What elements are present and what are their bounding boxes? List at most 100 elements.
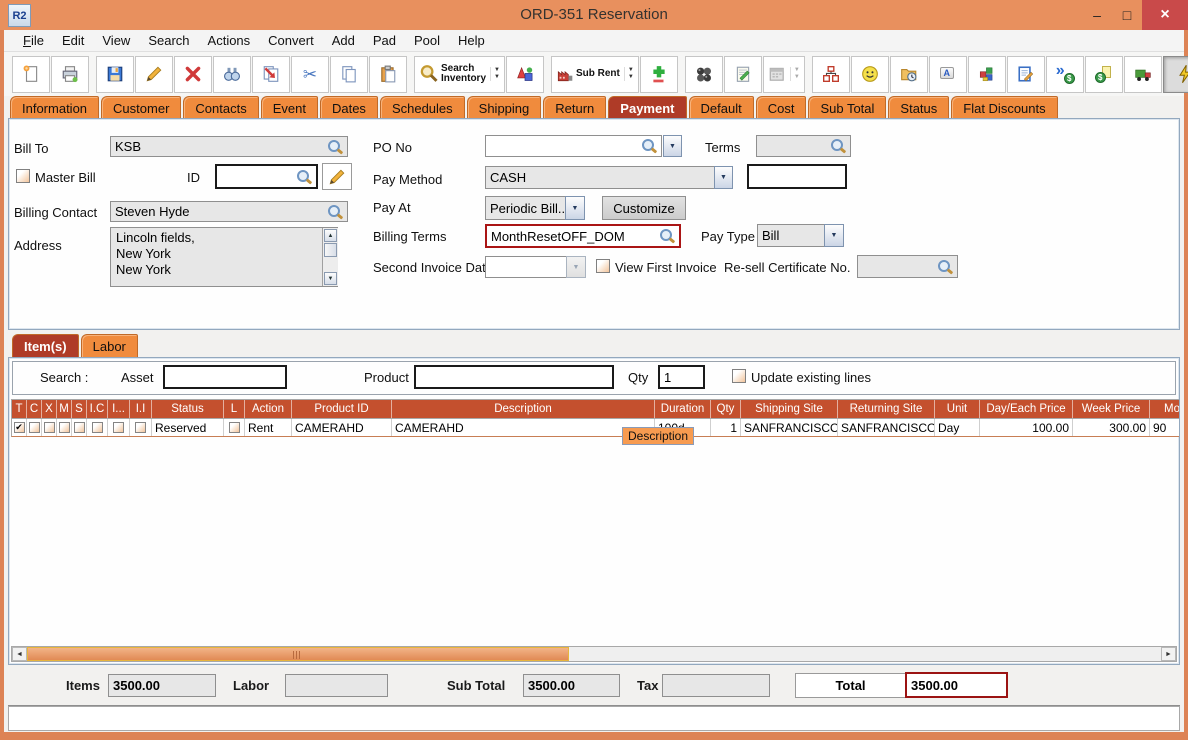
find-button[interactable] (213, 56, 251, 93)
print-button[interactable] (51, 56, 89, 93)
master-bill-checkbox[interactable] (16, 169, 30, 183)
scroll-right-button[interactable]: ► (1161, 647, 1176, 661)
tab-contacts[interactable]: Contacts (183, 96, 258, 119)
notes-button[interactable] (724, 56, 762, 93)
smiley-button[interactable] (851, 56, 889, 93)
tab-schedules[interactable]: Schedules (380, 96, 465, 119)
tab-status[interactable]: Status (888, 96, 949, 119)
checkbox-checked[interactable]: ✔ (14, 422, 25, 433)
scroll-thumb[interactable] (27, 647, 569, 661)
delete-button[interactable] (174, 56, 212, 93)
product-input[interactable] (414, 365, 614, 389)
search-inventory-button[interactable]: SearchInventory ▼▼ (414, 56, 505, 93)
minimize-button[interactable]: – (1082, 0, 1112, 30)
address-scrollbar[interactable]: ▲ ▼ (322, 228, 338, 286)
col-header[interactable]: Duration (655, 400, 711, 418)
hierarchy-button[interactable] (812, 56, 850, 93)
maximize-button[interactable]: □ (1112, 0, 1142, 30)
tab-flat-discounts[interactable]: Flat Discounts (951, 96, 1057, 119)
copy-order-button[interactable] (252, 56, 290, 93)
shapes-button[interactable] (506, 56, 544, 93)
edit-note-button[interactable] (1007, 56, 1045, 93)
scroll-up-button[interactable]: ▲ (324, 229, 337, 242)
col-header[interactable]: Qty (711, 400, 741, 418)
tab-default[interactable]: Default (689, 96, 754, 119)
menu-view[interactable]: View (93, 33, 139, 48)
billing-contact-field[interactable]: Steven Hyde (110, 201, 348, 222)
tab-event[interactable]: Event (261, 96, 318, 119)
sub-rent-dropdown[interactable]: ▼▼ (624, 67, 634, 81)
address-field[interactable]: Lincoln fields, New York New York (110, 227, 338, 287)
pay-method-combo[interactable]: CASH (485, 166, 715, 189)
view-first-invoice-checkbox[interactable] (596, 259, 610, 273)
id-field[interactable] (215, 164, 318, 189)
checkbox[interactable] (229, 422, 240, 433)
col-header[interactable]: Status (152, 400, 224, 418)
checkbox[interactable] (74, 422, 85, 433)
tab-cost[interactable]: Cost (756, 96, 807, 119)
tab-items[interactable]: Item(s) (12, 334, 79, 357)
tab-payment[interactable]: Payment (608, 96, 686, 119)
menu-edit[interactable]: Edit (53, 33, 93, 48)
scroll-thumb[interactable] (324, 243, 337, 257)
billing-terms-field[interactable]: MonthResetOFF_DOM (485, 224, 681, 248)
customize-button[interactable]: Customize (602, 196, 686, 220)
update-existing-lines-checkbox[interactable] (732, 369, 746, 383)
col-header[interactable]: Returning Site (838, 400, 935, 418)
shipping-truck-button[interactable] (1124, 56, 1162, 93)
menu-convert[interactable]: Convert (259, 33, 323, 48)
tab-sub-total[interactable]: Sub Total (808, 96, 886, 119)
tab-information[interactable]: Information (10, 96, 99, 119)
quick-actions-button[interactable] (1163, 56, 1188, 93)
lookup-icon[interactable] (640, 138, 657, 154)
checkbox[interactable] (44, 422, 55, 433)
bill-to-field[interactable]: KSB (110, 136, 348, 157)
col-header[interactable]: I.I (130, 400, 152, 418)
edit-id-button[interactable] (322, 163, 352, 190)
menu-help[interactable]: Help (449, 33, 494, 48)
pay-method-detail-field[interactable] (747, 164, 847, 189)
billing-list-button[interactable]: $ (1085, 56, 1123, 93)
lookup-icon[interactable] (936, 259, 953, 275)
col-header[interactable]: L (224, 400, 245, 418)
tab-customer[interactable]: Customer (101, 96, 181, 119)
cut-button[interactable]: ✂ (291, 56, 329, 93)
col-header[interactable]: I... (108, 400, 130, 418)
save-button[interactable] (96, 56, 134, 93)
menu-search[interactable]: Search (139, 33, 198, 48)
menu-pad[interactable]: Pad (364, 33, 405, 48)
checkbox[interactable] (59, 422, 70, 433)
col-header[interactable]: Shipping Site (741, 400, 838, 418)
checkbox[interactable] (29, 422, 40, 433)
copy-button[interactable] (330, 56, 368, 93)
col-header[interactable]: Month (1150, 400, 1179, 418)
tab-return[interactable]: Return (543, 96, 606, 119)
col-header[interactable]: Product ID (292, 400, 392, 418)
checkbox[interactable] (113, 422, 124, 433)
table-row[interactable]: ✔ Reserved Rent CAMERAHD CAMERAHD 100d 1… (11, 419, 1179, 437)
col-header[interactable]: Unit (935, 400, 980, 418)
resell-certificate-field[interactable] (857, 255, 958, 278)
pay-at-dropdown-button[interactable]: ▼ (565, 196, 585, 220)
col-header[interactable]: Action (245, 400, 292, 418)
col-header[interactable]: I.C (87, 400, 108, 418)
pay-type-dropdown-button[interactable]: ▼ (824, 224, 844, 247)
shortcut-key-button[interactable]: A (929, 56, 967, 93)
lookup-icon[interactable] (326, 204, 343, 220)
lookup-icon[interactable] (295, 169, 312, 185)
menu-add[interactable]: Add (323, 33, 364, 48)
send-invoice-button[interactable]: »$ (1046, 56, 1084, 93)
col-header[interactable]: T (12, 400, 27, 418)
tab-labor[interactable]: Labor (81, 334, 138, 357)
menu-pool[interactable]: Pool (405, 33, 449, 48)
edit-button[interactable] (135, 56, 173, 93)
asset-input[interactable] (163, 365, 287, 389)
scroll-left-button[interactable]: ◄ (12, 647, 27, 661)
paste-button[interactable] (369, 56, 407, 93)
lookup-icon[interactable] (326, 139, 343, 155)
horizontal-scrollbar[interactable]: ◄ ► (11, 646, 1177, 662)
checkbox[interactable] (92, 422, 103, 433)
col-header[interactable]: C (27, 400, 42, 418)
tab-shipping[interactable]: Shipping (467, 96, 542, 119)
col-header[interactable]: S (72, 400, 87, 418)
